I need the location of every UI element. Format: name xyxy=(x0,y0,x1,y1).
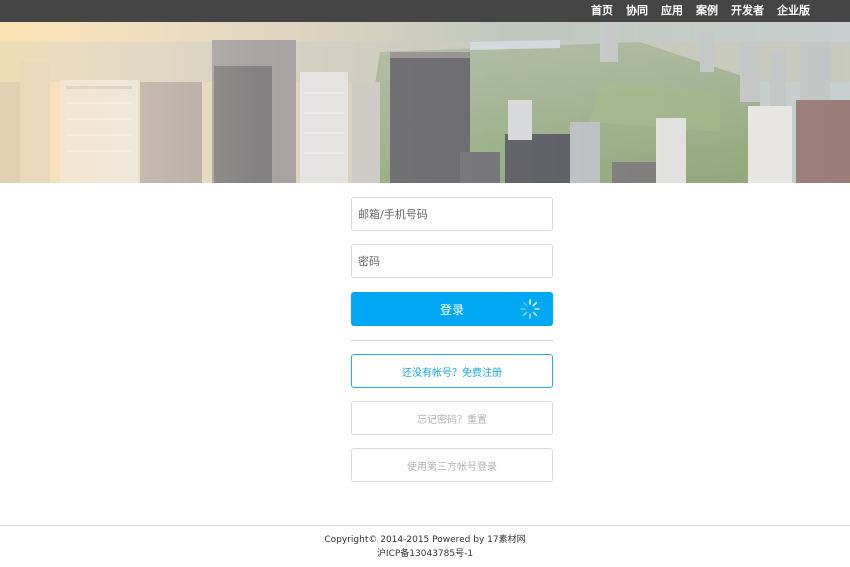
third-party-login-button[interactable]: 使用第三方帐号登录 xyxy=(351,448,553,482)
register-button[interactable]: 还没有帐号？免费注册 xyxy=(351,354,553,388)
login-form: 登录 还没有帐号？免费注册 忘记密码？重置 使用第三方帐号登录 xyxy=(351,197,553,482)
hero-banner xyxy=(0,22,850,183)
nav-collaboration[interactable]: 协同 xyxy=(626,0,648,22)
login-button[interactable]: 登录 xyxy=(351,292,553,326)
loading-spinner-icon xyxy=(520,299,540,319)
nav-developers[interactable]: 开发者 xyxy=(731,0,764,22)
nav-cases[interactable]: 案例 xyxy=(696,0,718,22)
icp-text: 沪ICP备13043785号-1 xyxy=(376,549,474,559)
login-button-label: 登录 xyxy=(439,302,464,317)
email-field[interactable] xyxy=(351,197,553,231)
form-divider xyxy=(351,340,553,341)
city-skyline-image xyxy=(0,22,850,183)
footer: Copyright© 2014-2015 Powered by 17素材网 沪I… xyxy=(0,533,850,561)
forgot-password-button[interactable]: 忘记密码？重置 xyxy=(351,401,553,435)
nav-apps[interactable]: 应用 xyxy=(661,0,683,22)
footer-divider xyxy=(0,525,850,526)
top-nav: 首页 协同 应用 案例 开发者 企业版 xyxy=(591,0,810,22)
nav-enterprise[interactable]: 企业版 xyxy=(777,0,810,22)
password-field[interactable] xyxy=(351,244,553,278)
nav-home[interactable]: 首页 xyxy=(591,0,613,22)
copyright-text: Copyright© 2014-2015 Powered by 17素材网 xyxy=(324,535,526,545)
top-bar: 首页 协同 应用 案例 开发者 企业版 xyxy=(0,0,850,22)
